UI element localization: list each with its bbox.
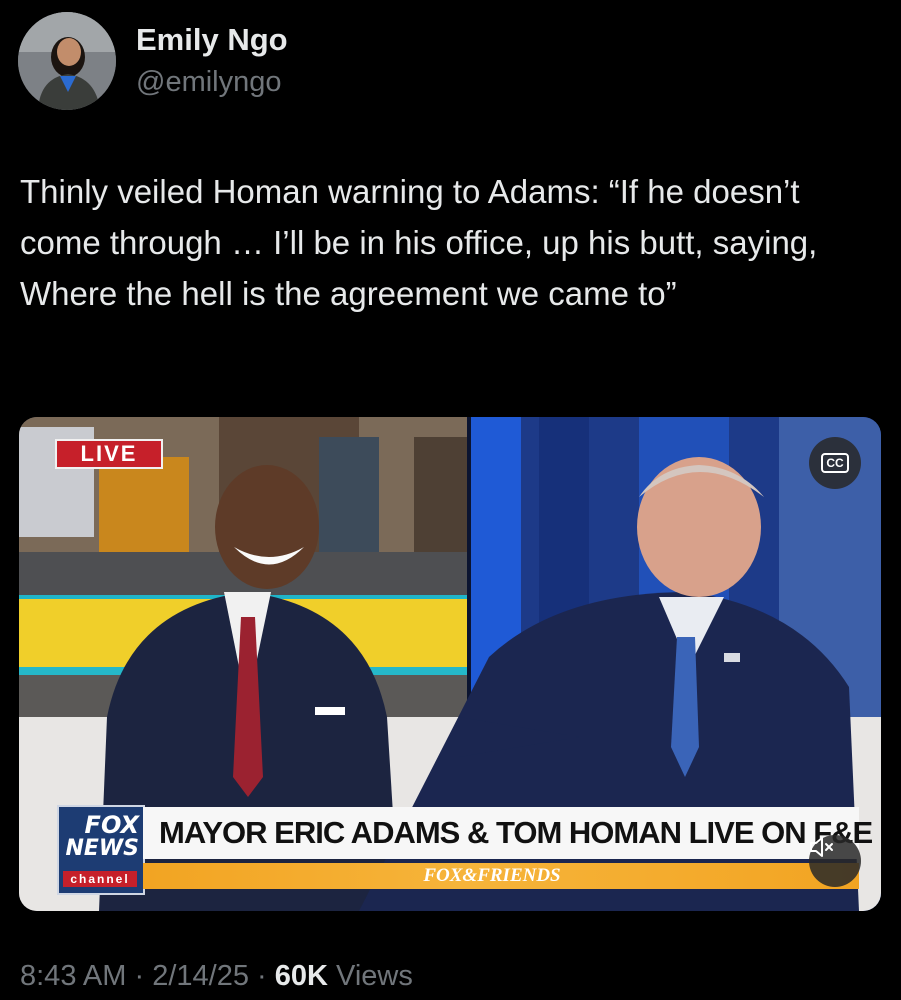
closed-captions-button[interactable]: CC	[809, 437, 861, 489]
video-player[interactable]: LIVE CC FOX NEWS channel MAYOR ERIC ADAM…	[19, 417, 881, 911]
logo-line-news: NEWS	[65, 836, 139, 861]
logo-line-channel: channel	[63, 871, 137, 887]
author-avatar[interactable]	[18, 12, 116, 110]
fox-news-logo: FOX NEWS channel	[57, 805, 145, 895]
author-display-name[interactable]: Emily Ngo	[136, 22, 288, 58]
news-chyron: MAYOR ERIC ADAMS & TOM HOMAN LIVE ON F&E	[143, 807, 873, 859]
meta-separator: ·	[257, 960, 267, 992]
logo-line-fox: FOX	[84, 811, 139, 839]
tweet-time[interactable]: 8:43 AM	[20, 960, 126, 992]
tweet-text: Thinly veiled Homan warning to Adams: “I…	[20, 173, 818, 312]
live-badge: LIVE	[55, 439, 163, 469]
view-count[interactable]: 60K	[275, 960, 328, 992]
views-label: Views	[336, 960, 413, 992]
author-handle[interactable]: @emilyngo	[136, 66, 282, 99]
closed-captions-icon: CC	[821, 453, 849, 473]
mute-button[interactable]	[809, 835, 861, 887]
show-name: FOX&FRIENDS	[423, 865, 561, 886]
tweet-date[interactable]: 2/14/25	[152, 960, 249, 992]
speaker-muted-icon	[810, 837, 833, 857]
meta-separator: ·	[134, 960, 145, 992]
tweet-metadata: 8:43 AM · 2/14/25 · 60K Views	[20, 960, 413, 993]
avatar-photo	[18, 12, 116, 110]
